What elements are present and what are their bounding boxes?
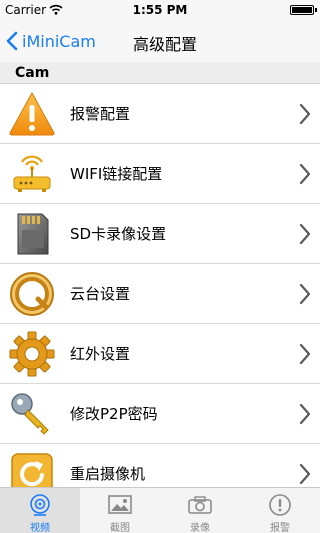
section-header: Cam: [0, 62, 320, 84]
picture-icon: [108, 495, 132, 514]
chevron-right-icon: [299, 283, 311, 305]
status-bar: Carrier 1:55 PM: [0, 0, 320, 20]
list-item-label: 重启摄像机: [70, 465, 146, 483]
camera-icon: [188, 496, 212, 514]
tab-label: 报警: [270, 523, 290, 533]
key-icon: [11, 393, 49, 435]
chevron-right-icon: [299, 343, 311, 365]
tab-video[interactable]: 视频: [0, 488, 80, 533]
video-icon: [30, 494, 50, 516]
chevron-right-icon: [299, 103, 311, 125]
chevron-right-icon: [299, 403, 311, 425]
list-item-ptz[interactable]: 云台设置: [0, 264, 320, 324]
warning-icon: [9, 91, 55, 136]
list-item-wifi-config[interactable]: WIFI链接配置: [0, 144, 320, 204]
list-item-label: 修改P2P密码: [70, 405, 158, 423]
alarm-icon: [269, 494, 291, 516]
tab-label: 录像: [190, 523, 210, 533]
battery-icon: [290, 5, 317, 15]
page-title: 高级配置: [132, 35, 197, 54]
list-item-restart-camera[interactable]: 重启摄像机: [0, 444, 320, 487]
list-item-sd-record[interactable]: SD卡录像设置: [0, 204, 320, 264]
chevron-right-icon: [299, 223, 311, 245]
tab-screenshot[interactable]: 截图: [80, 488, 160, 533]
list-item-p2p-password[interactable]: 修改P2P密码: [0, 384, 320, 444]
list-item-label: SD卡录像设置: [70, 225, 167, 243]
sd-card-icon: [17, 213, 49, 255]
tab-label: 截图: [110, 523, 130, 533]
gear-icon: [9, 331, 55, 377]
chevron-right-icon: [299, 463, 311, 485]
restart-icon: [11, 453, 53, 487]
chevron-right-icon: [299, 163, 311, 185]
tab-label: 视频: [30, 523, 50, 533]
ptz-icon: [10, 272, 54, 316]
list-item-label: 报警配置: [70, 105, 131, 123]
status-time: 1:55 PM: [132, 3, 188, 17]
tab-alarm[interactable]: 报警: [240, 488, 320, 533]
list-item-label: 云台设置: [70, 285, 131, 303]
tab-recording[interactable]: 录像: [160, 488, 240, 533]
wifi-router-icon: [13, 155, 51, 192]
tab-bar: 视频 截图 录像 报警: [0, 487, 320, 533]
navigation-bar: iMiniCam 高级配置: [0, 20, 320, 62]
list-item-label: 红外设置: [70, 345, 131, 363]
list-item-alarm-config[interactable]: 报警配置: [0, 84, 320, 144]
list-item-infrared[interactable]: 红外设置: [0, 324, 320, 384]
settings-list: 报警配置 WIFI链接配置 SD卡录像设置 云台设置 红外设置 修改P2P密码 …: [0, 84, 320, 487]
list-item-label: WIFI链接配置: [70, 165, 163, 183]
